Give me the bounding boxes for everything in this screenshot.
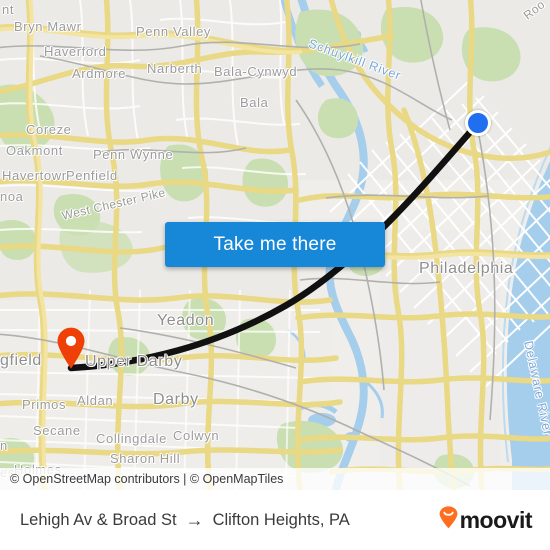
moovit-logo[interactable]: moovit <box>439 506 533 534</box>
route-title: Lehigh Av & Broad St → Clifton Heights, … <box>20 511 439 530</box>
destination-marker[interactable] <box>56 327 86 369</box>
origin-marker[interactable] <box>465 110 491 136</box>
moovit-trip-screenshot: nt Bryn Mawr Penn Valley Haverford Ardmore Na… <box>0 0 550 550</box>
moovit-wordmark: moovit <box>459 506 533 533</box>
route-origin-label: Lehigh Av & Broad St <box>20 510 177 529</box>
attribution-text[interactable]: © OpenStreetMap contributors | © OpenMap… <box>10 472 283 486</box>
map-canvas[interactable]: nt Bryn Mawr Penn Valley Haverford Ardmore Na… <box>0 0 550 490</box>
footer-bar: Lehigh Av & Broad St → Clifton Heights, … <box>0 490 550 550</box>
take-me-there-button[interactable]: Take me there <box>165 222 385 267</box>
arrow-right-icon: → <box>185 510 204 530</box>
moovit-pin-icon <box>439 506 458 534</box>
map-attribution-bar: © OpenStreetMap contributors | © OpenMap… <box>0 468 550 490</box>
route-destination-label: Clifton Heights, PA <box>212 510 350 529</box>
